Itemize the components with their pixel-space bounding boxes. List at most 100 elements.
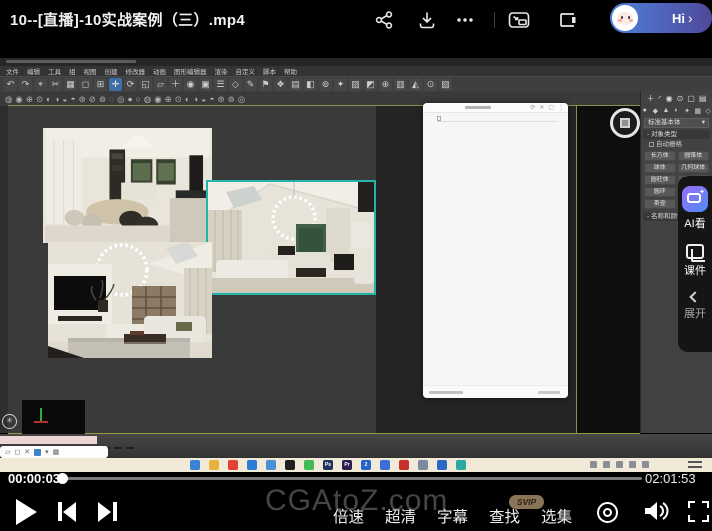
max-toolbar-icon[interactable]: ✛ (109, 78, 122, 91)
max-toolbar-icon[interactable]: ✦ (334, 78, 347, 91)
taskbar-app-icon[interactable] (266, 460, 276, 470)
command-panel-tab-icon[interactable]: ⊙ (677, 94, 684, 103)
command-panel-category-icon[interactable]: ◆ (652, 107, 660, 115)
taskbar-app-icon[interactable] (247, 460, 257, 470)
max-plugin-icon[interactable]: ⊛ (217, 94, 224, 105)
fullscreen-icon[interactable] (688, 501, 709, 522)
max-toolbar-icon[interactable]: ↶ (4, 78, 17, 91)
command-panel-tab-icon[interactable]: ▤ (699, 94, 707, 103)
max-toolbar-icon[interactable]: ↷ (19, 78, 32, 91)
viewport-navigation-gizmo-center[interactable] (620, 118, 630, 128)
max-menu-item[interactable]: 编辑 (27, 66, 40, 76)
max-toolbar-icon[interactable]: ⊞ (94, 78, 107, 91)
max-plugin-icon[interactable]: ◉ (15, 94, 22, 105)
max-plugin-icon[interactable]: ◎ (117, 94, 124, 105)
max-toolbar-icon[interactable]: ▨ (349, 78, 362, 91)
max-menu-item[interactable]: 渲染 (215, 66, 228, 76)
max-plugin-icon[interactable]: ◒ (201, 94, 206, 104)
max-toolbar-icon[interactable]: ▦ (64, 78, 77, 91)
max-toolbar-icon[interactable]: ◇ (229, 78, 242, 91)
max-toolbar-icon[interactable]: ◻ (79, 78, 92, 91)
primitive-button[interactable]: 圆柱体 (644, 175, 676, 185)
picture-in-picture-icon[interactable] (507, 8, 531, 32)
mini-toolbar-icon[interactable]: ◻ (14, 448, 20, 456)
max-toolbar-icon[interactable]: ⚑ (259, 78, 272, 91)
quality-button[interactable]: 超清 (385, 505, 416, 527)
taskbar-app-icon[interactable] (418, 460, 428, 470)
seek-bar[interactable] (64, 477, 642, 480)
max-toolbar-icon[interactable]: ◩ (364, 78, 377, 91)
max-plugin-icon[interactable]: ◌ (109, 94, 114, 104)
max-toolbar-icon[interactable]: ❖ (274, 78, 287, 91)
mini-toolbar-icon[interactable]: ▦ (53, 448, 60, 456)
max-plugin-icon[interactable]: ⊕ (165, 94, 172, 105)
taskbar-app-icon[interactable] (437, 460, 447, 470)
primitive-type-dropdown[interactable]: 标准基本体 ▾ (644, 118, 709, 128)
max-plugin-icon[interactable]: ◍ (5, 94, 12, 105)
taskbar-tray-icons[interactable] (590, 461, 649, 468)
volume-icon[interactable] (643, 500, 669, 527)
max-plugin-icon[interactable]: ◑ (54, 94, 59, 104)
max-menu-item[interactable]: 图形编辑器 (174, 66, 207, 76)
episodes-button[interactable]: 选集 (541, 505, 572, 527)
max-plugin-icon[interactable]: ○ (136, 94, 141, 104)
max-plugin-icon[interactable]: ● (128, 94, 133, 104)
account-button[interactable]: Hi › (610, 3, 712, 33)
max-plugin-icon[interactable]: ⊚ (228, 94, 235, 105)
screen-record-icon[interactable] (597, 502, 618, 523)
max-toolbar-icon[interactable]: ✂ (49, 78, 62, 91)
max-toolbar-icon[interactable]: ▤ (289, 78, 302, 91)
more-icon[interactable] (453, 8, 477, 32)
max-plugin-icon[interactable]: ◍ (144, 94, 151, 105)
max-toolbar-icon[interactable]: ⊙ (424, 78, 437, 91)
rollout-object-type[interactable]: - 对象类型 (643, 130, 710, 139)
mini-toolbar-icon[interactable]: ▾ (45, 448, 49, 456)
max-plugin-icon[interactable]: ◓ (71, 94, 76, 104)
command-panel-tab-icon[interactable]: ◉ (666, 94, 673, 103)
viewport-camera[interactable] (576, 106, 640, 433)
seek-handle[interactable] (57, 473, 68, 484)
max-plugin-icon[interactable]: ◒ (62, 94, 67, 104)
max-toolbar-icon[interactable]: ⟳ (124, 78, 137, 91)
mini-player-icon[interactable] (556, 8, 580, 32)
taskbar-app-icon[interactable] (304, 460, 314, 470)
max-menu-item[interactable]: 脚本 (263, 66, 276, 76)
command-panel-tab-icon[interactable]: ◜ (659, 94, 662, 103)
reference-image-livingroom-tv[interactable] (48, 242, 212, 358)
max-toolbar-icon[interactable]: ▥ (394, 78, 407, 91)
expand-label[interactable]: 展开 (684, 305, 706, 321)
max-toolbar-icon[interactable]: ◱ (139, 78, 152, 91)
primitive-button[interactable]: 圆环 (644, 187, 676, 197)
share-icon[interactable] (372, 8, 396, 32)
max-toolbar-icon[interactable]: ⊕ (379, 78, 392, 91)
taskbar-app-icon[interactable] (380, 460, 390, 470)
max-toolbar-icon[interactable]: ◧ (304, 78, 317, 91)
command-panel-category-icon[interactable]: ◇ (704, 107, 712, 115)
max-toolbar-icon[interactable]: ✎ (244, 78, 257, 91)
max-menu-item[interactable]: 组 (69, 66, 76, 76)
max-menu-item[interactable]: 视图 (84, 66, 97, 76)
command-panel-category-icon[interactable]: ▲ (662, 107, 670, 114)
max-menu-item[interactable]: 工具 (48, 66, 61, 76)
max-plugin-icon[interactable]: ◐ (46, 94, 51, 104)
reference-image-livingroom-selected[interactable] (208, 182, 374, 293)
courseware-icon[interactable] (686, 244, 704, 259)
mini-toolbar-icon[interactable]: ▱ (5, 448, 10, 456)
previous-episode-button[interactable] (58, 502, 80, 522)
command-panel-category-icon[interactable]: ● (641, 107, 649, 114)
courseware-label[interactable]: 课件 (684, 262, 706, 278)
max-menu-item[interactable]: 动画 (153, 66, 166, 76)
max-plugin-icon[interactable]: ◉ (154, 94, 161, 105)
mini-toolbar-icon[interactable] (34, 449, 41, 456)
floating-panel-titlebar[interactable]: ⟳✕▢⋮ (423, 103, 568, 113)
max-plugin-icon[interactable]: ◐ (185, 94, 190, 104)
max-plugin-icon[interactable]: ⊙ (36, 94, 43, 105)
command-panel-tab-icon[interactable]: ＋ (647, 93, 655, 104)
floating-panel-window-icons[interactable]: ⟳✕▢⋮ (530, 104, 564, 111)
primitive-button[interactable]: 茶壶 (644, 199, 676, 209)
floating-mini-toolbar[interactable]: ▱◻✕▾▦ (0, 446, 108, 458)
command-panel-category-icon[interactable]: ▦ (694, 107, 702, 115)
max-menu-item[interactable]: 自定义 (236, 66, 256, 76)
primitive-button[interactable]: 球体 (644, 163, 676, 173)
max-toolbar-icon[interactable]: ▱ (154, 78, 167, 91)
